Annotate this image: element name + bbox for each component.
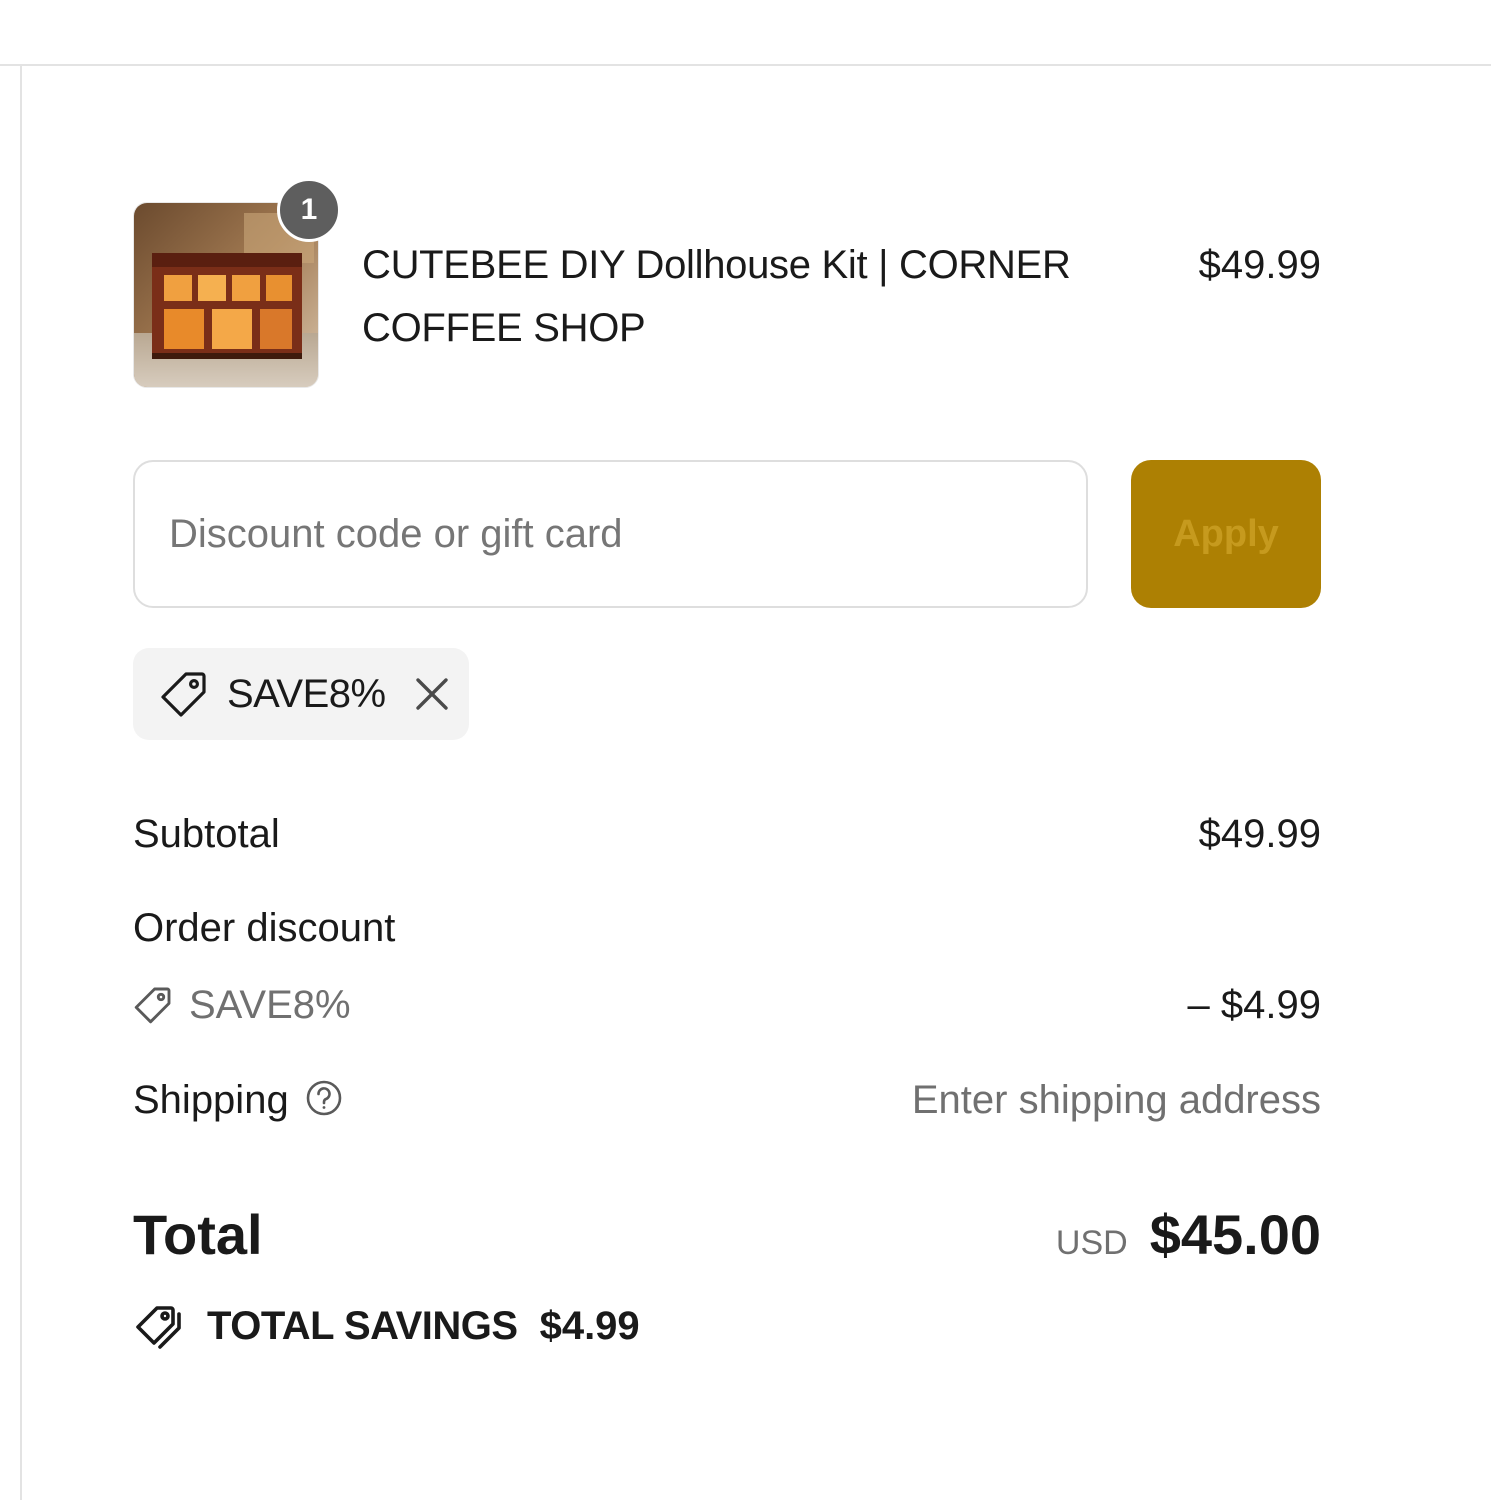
apply-discount-button[interactable]: Apply	[1131, 460, 1321, 608]
product-thumbnail-wrapper: 1	[133, 178, 341, 388]
total-savings-value: $4.99	[539, 1303, 640, 1348]
applied-discount-code: SAVE8%	[227, 671, 386, 716]
order-discount-code-text: SAVE8%	[189, 983, 351, 1027]
order-discount-code: SAVE8%	[133, 977, 351, 1033]
total-amount: USD $45.00	[1056, 1200, 1321, 1278]
total-value: $45.00	[1149, 1203, 1321, 1266]
discount-code-input[interactable]	[133, 460, 1088, 608]
product-title: CUTEBEE DIY Dollhouse Kit | CORNER COFFE…	[362, 243, 1071, 350]
total-savings-label: TOTAL SAVINGS	[207, 1303, 518, 1348]
shipping-value: Enter shipping address	[911, 1078, 1321, 1122]
quantity-badge: 1	[277, 178, 341, 242]
close-icon[interactable]	[414, 676, 450, 712]
subtotal-value: $49.99	[1198, 812, 1321, 856]
total-label: Total	[133, 1203, 263, 1266]
double-tag-icon	[133, 1300, 185, 1352]
question-circle-icon[interactable]	[305, 1079, 343, 1117]
column-divider	[20, 66, 22, 1500]
tag-icon	[159, 669, 209, 719]
order-discount-value: – $4.99	[1187, 983, 1321, 1027]
shipping-label-group: Shipping	[133, 1072, 343, 1128]
product-price: $49.99	[1198, 243, 1321, 287]
tag-icon	[133, 985, 173, 1025]
subtotal-label: Subtotal	[133, 812, 280, 856]
total-savings-row: TOTAL SAVINGS $4.99	[133, 1298, 640, 1354]
cart-line-item: 1 CUTEBEE DIY Dollhouse Kit | CORNER COF…	[133, 178, 1321, 390]
order-discount-label: Order discount	[133, 906, 396, 950]
shipping-label: Shipping	[133, 1078, 289, 1122]
order-summary: 1 CUTEBEE DIY Dollhouse Kit | CORNER COF…	[133, 0, 1321, 1500]
applied-discount-chip: SAVE8%	[133, 648, 469, 740]
currency-code: USD	[1055, 1224, 1128, 1262]
